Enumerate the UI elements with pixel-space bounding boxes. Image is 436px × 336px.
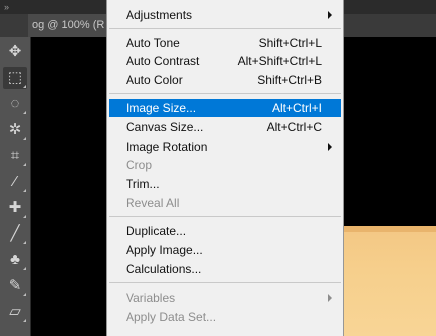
- menu-item-reveal-all: Reveal All: [109, 194, 341, 212]
- menu-item-label: Auto Tone: [126, 36, 180, 50]
- history-brush-icon[interactable]: ✎: [3, 275, 27, 297]
- submenu-arrow-icon: [328, 11, 332, 19]
- menu-item-shortcut: Shift+Ctrl+L: [258, 36, 322, 50]
- eyedropper-icon[interactable]: ⁄: [3, 171, 27, 193]
- tools-panel: ✥ ⬚ ◌ ✲ ⌗ ⁄ ✚ ╱ ♣ ✎ ▱: [0, 37, 31, 336]
- submenu-corner-icon: [23, 163, 26, 166]
- crop-glyph: ⌗: [10, 147, 20, 164]
- crop-icon[interactable]: ⌗: [3, 145, 27, 167]
- lasso-icon[interactable]: ◌: [3, 93, 27, 115]
- menu-item-label: Canvas Size...: [126, 120, 204, 134]
- menu-item-label: Reveal All: [126, 196, 180, 210]
- menu-separator: [109, 93, 341, 94]
- menu-item-apply-data-set: Apply Data Set...: [109, 308, 341, 326]
- clone-stamp-icon[interactable]: ♣: [3, 249, 27, 271]
- menu-item-label: Auto Color: [126, 73, 183, 87]
- menu-item-label: Calculations...: [126, 262, 202, 276]
- eraser-icon[interactable]: ▱: [3, 301, 27, 323]
- menu-item-shortcut: Alt+Ctrl+I: [271, 101, 322, 115]
- canvas-image-content: [340, 226, 436, 336]
- menu-item-label: Apply Image...: [126, 243, 203, 257]
- menu-separator: [109, 282, 341, 283]
- healing-glyph: ✚: [8, 199, 22, 216]
- menu-separator: [109, 28, 341, 29]
- brush-glyph: ╱: [10, 225, 20, 242]
- menu-item-crop: Crop: [109, 156, 341, 174]
- submenu-arrow-icon: [328, 143, 332, 151]
- menu-item-trim[interactable]: Trim...: [109, 175, 341, 193]
- menu-item-label: Auto Contrast: [126, 54, 200, 68]
- lasso-glyph: ◌: [10, 95, 20, 112]
- submenu-corner-icon: [23, 215, 26, 218]
- menu-item-label: Image Rotation: [126, 140, 208, 154]
- history-glyph: ✎: [8, 277, 22, 294]
- menu-item-label: Variables: [126, 291, 176, 305]
- menu-item-label: Duplicate...: [126, 224, 187, 238]
- marquee-icon[interactable]: ⬚: [3, 67, 27, 89]
- menu-separator: [109, 216, 341, 217]
- canvas-image-edge: [340, 226, 436, 232]
- eyedropper-glyph: ⁄: [13, 173, 17, 190]
- menu-item-image-rotation[interactable]: Image Rotation: [109, 138, 341, 156]
- menu-item-shortcut: Alt+Ctrl+C: [266, 120, 322, 134]
- menu-item-variables: Variables: [109, 289, 341, 307]
- menu-item-label: Trim...: [126, 177, 160, 191]
- menu-item-label: Adjustments: [126, 8, 193, 22]
- magic-wand-glyph: ✲: [8, 121, 22, 138]
- menu-item-shortcut: Shift+Ctrl+B: [257, 73, 322, 87]
- marquee-glyph: ⬚: [7, 69, 23, 86]
- menu-item-canvas-size[interactable]: Canvas Size... Alt+Ctrl+C: [109, 118, 341, 136]
- menu-item-image-size[interactable]: Image Size... Alt+Ctrl+I: [109, 99, 341, 117]
- collapse-panel-icon[interactable]: »: [4, 2, 9, 12]
- image-menu: Adjustments Auto Tone Shift+Ctrl+L Auto …: [106, 0, 344, 336]
- submenu-corner-icon: [23, 111, 26, 114]
- menu-item-label: Apply Data Set...: [126, 310, 217, 324]
- menu-item-auto-tone[interactable]: Auto Tone Shift+Ctrl+L: [109, 34, 341, 52]
- submenu-corner-icon: [23, 137, 26, 140]
- menu-item-adjustments[interactable]: Adjustments: [109, 6, 341, 24]
- submenu-corner-icon: [23, 319, 26, 322]
- menu-item-label: Crop: [126, 158, 153, 172]
- menu-item-apply-image[interactable]: Apply Image...: [109, 241, 341, 259]
- brush-icon[interactable]: ╱: [3, 223, 27, 245]
- healing-brush-icon[interactable]: ✚: [3, 197, 27, 219]
- submenu-corner-icon: [23, 293, 26, 296]
- magic-wand-icon[interactable]: ✲: [3, 119, 27, 141]
- submenu-corner-icon: [23, 241, 26, 244]
- eraser-glyph: ▱: [9, 303, 21, 320]
- menu-item-shortcut: Alt+Shift+Ctrl+L: [237, 54, 322, 68]
- menu-item-duplicate[interactable]: Duplicate...: [109, 222, 341, 240]
- menu-item-calculations[interactable]: Calculations...: [109, 260, 341, 278]
- menu-item-auto-color[interactable]: Auto Color Shift+Ctrl+B: [109, 71, 341, 89]
- menu-item-auto-contrast[interactable]: Auto Contrast Alt+Shift+Ctrl+L: [109, 52, 341, 70]
- move-icon[interactable]: ✥: [3, 41, 27, 63]
- menu-item-label: Image Size...: [126, 101, 197, 115]
- submenu-corner-icon: [23, 189, 26, 192]
- submenu-corner-icon: [23, 85, 26, 88]
- submenu-arrow-icon: [328, 294, 332, 302]
- stamp-glyph: ♣: [10, 251, 20, 268]
- submenu-corner-icon: [23, 267, 26, 270]
